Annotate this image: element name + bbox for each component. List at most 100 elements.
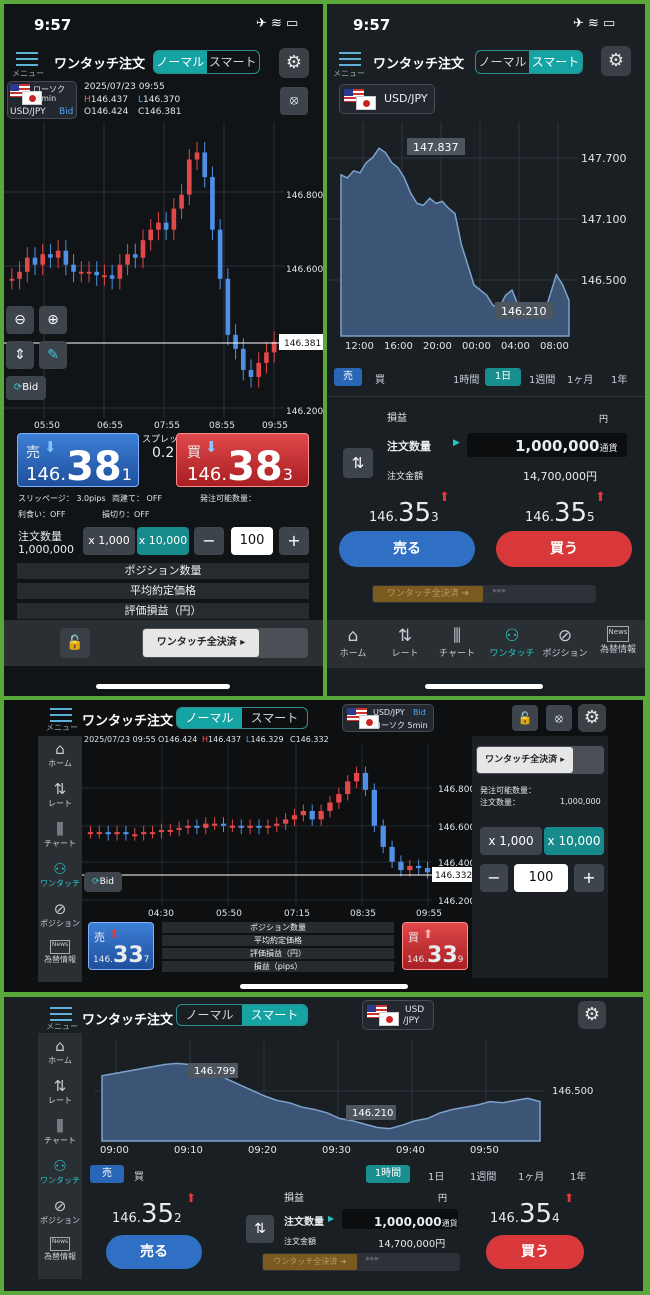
tf-1m[interactable]: 1ヶ月 bbox=[567, 371, 593, 386]
sell-button[interactable]: 売る bbox=[106, 1235, 202, 1269]
side-rate[interactable]: ⇅ レート bbox=[40, 1077, 80, 1106]
sell-button[interactable]: 売る bbox=[339, 531, 475, 567]
swap-icon[interactable]: ⇅ bbox=[343, 448, 373, 478]
tf-1y[interactable]: 1年 bbox=[611, 371, 627, 386]
mode-toggle[interactable]: ノーマル スマート bbox=[176, 707, 308, 729]
qty-minus-button[interactable]: − bbox=[194, 527, 224, 555]
side-position[interactable]: ⊘ ポジション bbox=[36, 900, 84, 929]
tf-1w[interactable]: 1週間 bbox=[470, 1168, 496, 1183]
settings-gear-icon[interactable]: ⚙ bbox=[279, 48, 309, 78]
bid-ask-toggle-button[interactable]: ⟳Bid bbox=[84, 872, 122, 892]
tf-1d[interactable]: 1日 bbox=[485, 368, 521, 386]
bid-ask-toggle-button[interactable]: ⟳Bid bbox=[6, 376, 46, 400]
tab-position[interactable]: ⊘ ポジション bbox=[541, 626, 589, 659]
symbol-selector[interactable]: USD /JPY bbox=[362, 1000, 434, 1030]
onetouch-icon: ⚇ bbox=[53, 860, 67, 878]
lock-icon[interactable]: 🔓 bbox=[512, 705, 538, 731]
refresh-icon: ⟳ bbox=[92, 877, 100, 887]
tab-rate[interactable]: ⇅ レート bbox=[385, 626, 425, 659]
area-chart-2[interactable]: 147.837 146.210 147.700 147.100 146.500 … bbox=[327, 122, 645, 360]
settle-button[interactable]: ワンタッチ全決済 ▸ bbox=[477, 747, 573, 773]
settings-gear-icon[interactable]: ⚙ bbox=[578, 704, 606, 732]
menu-icon[interactable] bbox=[339, 52, 361, 66]
menu-icon[interactable] bbox=[50, 1007, 72, 1021]
side-chart[interactable]: ⫼ チャート bbox=[38, 1117, 82, 1146]
tab-chart[interactable]: ⫼ チャート bbox=[435, 626, 479, 659]
mode-toggle[interactable]: ノーマル スマート bbox=[176, 1004, 308, 1026]
tf-1m[interactable]: 1ヶ月 bbox=[518, 1168, 544, 1183]
side-onetouch[interactable]: ⚇ ワンタッチ bbox=[36, 1157, 84, 1186]
indicator-icon[interactable]: ⦻ bbox=[546, 705, 572, 731]
buy-price-button[interactable]: 買 ⬇ 146.383 bbox=[176, 433, 309, 490]
side-fx-info[interactable]: News 為替情報 bbox=[36, 940, 84, 965]
sell-price-button[interactable]: 売 ⬇ 146.381 bbox=[17, 433, 139, 490]
settle-button[interactable]: ワンタッチ全決済 ▸ bbox=[143, 629, 259, 657]
settings-gear-icon[interactable]: ⚙ bbox=[601, 46, 631, 76]
qty-plus-button[interactable]: + bbox=[574, 864, 604, 892]
qty-input[interactable]: 100 bbox=[514, 864, 568, 892]
x-tick-label: 09:30 bbox=[322, 1145, 351, 1156]
tab-smart[interactable]: スマート bbox=[529, 51, 582, 73]
settle-button[interactable]: ワンタッチ全決済 ➜ bbox=[373, 586, 483, 602]
buy-button[interactable]: 買う bbox=[486, 1235, 584, 1269]
buy-price-button[interactable]: 買 ⬆ 146.339 bbox=[402, 922, 468, 970]
buy-tab[interactable]: 買 bbox=[375, 371, 385, 386]
side-chart[interactable]: ⫼ チャート bbox=[38, 820, 82, 849]
tab-normal[interactable]: ノーマル bbox=[154, 51, 207, 73]
tab-smart[interactable]: スマート bbox=[242, 708, 307, 728]
tf-1w[interactable]: 1週間 bbox=[529, 371, 555, 386]
qty-input[interactable]: 100 bbox=[231, 527, 273, 555]
tab-onetouch[interactable]: ⚇ ワンタッチ bbox=[485, 626, 539, 659]
candle bbox=[398, 861, 404, 871]
symbol-selector[interactable]: USD/JPY bbox=[339, 84, 435, 114]
menu-icon[interactable] bbox=[50, 708, 72, 722]
tab-fx-info[interactable]: News 為替情報 bbox=[593, 626, 643, 655]
candle-chart-1[interactable]: 146.381 146.800 146.600 146.200 05:50 06… bbox=[4, 122, 323, 430]
tab-smart[interactable]: スマート bbox=[207, 51, 260, 73]
mode-toggle[interactable]: ノーマル スマート bbox=[475, 50, 583, 74]
side-fx-info[interactable]: News 為替情報 bbox=[36, 1237, 84, 1262]
tab-normal[interactable]: ノーマル bbox=[476, 51, 529, 73]
side-position[interactable]: ⊘ ポジション bbox=[36, 1197, 84, 1226]
chart-symbol-selector[interactable]: USD/JPY Bid ローソク 5min bbox=[342, 704, 434, 732]
tf-1y[interactable]: 1年 bbox=[570, 1168, 586, 1183]
tab-home[interactable]: ⌂ ホーム bbox=[333, 626, 373, 659]
tf-1h[interactable]: 1時間 bbox=[453, 371, 479, 386]
settings-gear-icon[interactable]: ⚙ bbox=[578, 1001, 606, 1029]
settle-button[interactable]: ワンタッチ全決済 ➜ bbox=[263, 1254, 357, 1270]
candle bbox=[229, 825, 236, 828]
x10000-button[interactable]: x 10,000 bbox=[137, 527, 189, 555]
menu-icon[interactable] bbox=[16, 52, 38, 66]
area-chart-4[interactable]: 146.799 146.210 146.500 09:00 09:10 09:2… bbox=[94, 1041, 614, 1159]
swap-icon[interactable]: ⇅ bbox=[246, 1215, 274, 1243]
sell-price-button[interactable]: 売 ⬆ 146.337 bbox=[88, 922, 154, 970]
candle-chart-3[interactable]: 146.332 146.800 146.600 146.400 146.200 … bbox=[82, 744, 474, 920]
mode-toggle[interactable]: ノーマル スマート bbox=[153, 50, 260, 74]
qty-minus-button[interactable]: − bbox=[480, 864, 508, 892]
pin-icon[interactable]: ✎ bbox=[39, 341, 67, 369]
tf-1h[interactable]: 1時間 bbox=[366, 1165, 410, 1183]
indicator-icon[interactable]: ⦻ bbox=[280, 87, 308, 115]
ohlc-high: H146.437 bbox=[202, 735, 242, 744]
tf-1d[interactable]: 1日 bbox=[428, 1168, 444, 1183]
tab-normal[interactable]: ノーマル bbox=[177, 1005, 242, 1025]
side-home[interactable]: ⌂ ホーム bbox=[40, 1037, 80, 1066]
tab-smart[interactable]: スマート bbox=[242, 1005, 307, 1025]
sell-tab[interactable]: 売 bbox=[90, 1165, 124, 1183]
sell-tab[interactable]: 売 bbox=[334, 368, 362, 386]
qty-plus-button[interactable]: + bbox=[279, 527, 309, 555]
buy-tab[interactable]: 買 bbox=[134, 1168, 144, 1183]
side-onetouch[interactable]: ⚇ ワンタッチ bbox=[36, 860, 84, 889]
zoom-out-icon[interactable]: ⊖ bbox=[6, 306, 34, 334]
x10000-button[interactable]: x 10,000 bbox=[544, 827, 604, 855]
ohlc-open: O146.424 bbox=[158, 735, 198, 744]
x1000-button[interactable]: x 1,000 bbox=[83, 527, 135, 555]
buy-button[interactable]: 買う bbox=[496, 531, 632, 567]
x1000-button[interactable]: x 1,000 bbox=[480, 827, 542, 855]
side-rate[interactable]: ⇅ レート bbox=[40, 780, 80, 809]
fit-height-icon[interactable]: ⇕ bbox=[6, 341, 34, 369]
side-home[interactable]: ⌂ ホーム bbox=[40, 740, 80, 769]
zoom-in-icon[interactable]: ⊕ bbox=[39, 306, 67, 334]
lock-icon[interactable]: 🔓 bbox=[60, 628, 90, 658]
tab-normal[interactable]: ノーマル bbox=[177, 708, 242, 728]
